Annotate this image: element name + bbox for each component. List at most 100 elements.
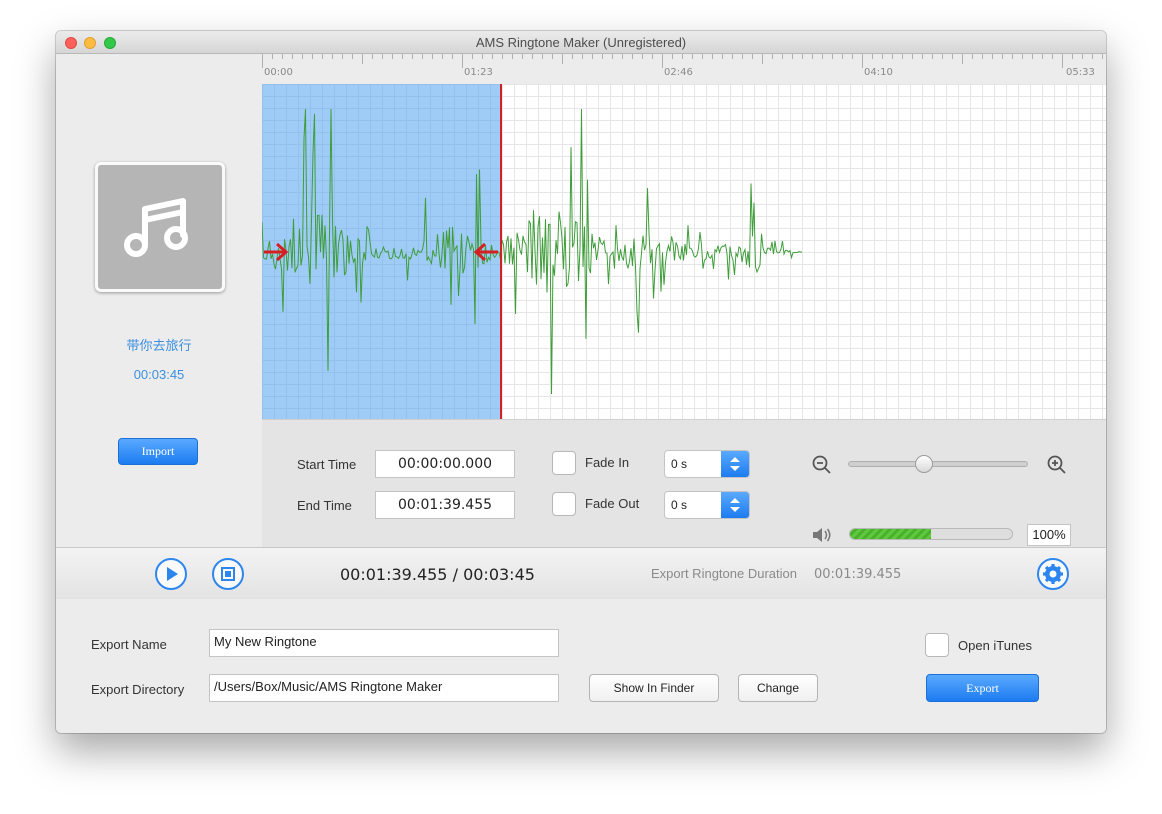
ruler-tick [712, 54, 713, 59]
ruler-tick [1042, 54, 1043, 59]
fade-out-value: 0 s [671, 498, 688, 512]
ruler-tick [672, 54, 673, 59]
ruler-tick [782, 54, 783, 59]
ruler-tick [372, 54, 373, 59]
ruler-label: 02:46 [664, 67, 693, 78]
export-duration-value: 00:01:39.455 [814, 567, 902, 582]
volume-slider[interactable] [849, 528, 1013, 540]
ruler-tick [952, 54, 953, 59]
ruler-tick [452, 54, 453, 59]
zoom-slider[interactable] [848, 461, 1028, 467]
ruler-tick [442, 54, 443, 59]
ruler-tick [422, 54, 423, 59]
ruler-tick [392, 54, 393, 59]
ruler-tick [612, 54, 613, 59]
ruler-tick [532, 54, 533, 59]
open-itunes-checkbox[interactable] [925, 633, 949, 657]
song-duration: 00:03:45 [133, 367, 185, 382]
ruler-tick [312, 54, 313, 59]
ruler-label: 05:33 [1066, 67, 1095, 78]
ruler-tick [702, 54, 703, 59]
ruler-tick [762, 54, 763, 64]
gear-icon [1043, 564, 1063, 584]
ruler-tick [632, 54, 633, 59]
change-button[interactable]: Change [738, 674, 818, 702]
ruler-tick [332, 54, 333, 59]
ruler-tick [542, 54, 543, 59]
ruler-tick [642, 54, 643, 59]
fade-out-label: Fade Out [585, 496, 640, 511]
ruler-tick [922, 54, 923, 59]
ruler-tick [1022, 54, 1023, 59]
ruler-tick [772, 54, 773, 59]
ruler-label: 04:10 [864, 67, 893, 78]
ruler-tick [682, 54, 683, 59]
ruler-tick [1082, 54, 1083, 59]
ruler-tick [882, 54, 883, 59]
ruler-tick [292, 54, 293, 59]
fade-in-select[interactable]: 0 s [664, 450, 750, 478]
zoom-slider-knob[interactable] [914, 455, 933, 473]
stop-button[interactable] [212, 558, 244, 590]
export-directory-input[interactable]: /Users/Box/Music/AMS Ringtone Maker [209, 674, 559, 702]
ruler-tick [1092, 54, 1093, 59]
album-art [95, 162, 225, 292]
zoom-out-icon[interactable] [812, 455, 832, 475]
ruler-tick [732, 54, 733, 59]
ruler-label: 01:23 [464, 67, 493, 78]
ruler-tick [402, 54, 403, 59]
ruler-tick [962, 54, 963, 64]
end-marker-icon[interactable] [472, 241, 498, 263]
playhead[interactable] [500, 84, 502, 419]
show-in-finder-button[interactable]: Show In Finder [589, 674, 719, 702]
export-directory-label: Export Directory [91, 682, 185, 697]
ruler-tick [802, 54, 803, 59]
fade-in-checkbox[interactable] [552, 451, 576, 475]
start-time-label: Start Time [297, 457, 357, 472]
ruler-tick [562, 54, 563, 64]
fade-out-checkbox[interactable] [552, 492, 576, 516]
fade-in-label: Fade In [585, 455, 630, 470]
ruler-tick [972, 54, 973, 59]
ruler-tick [282, 54, 283, 59]
ruler-tick [722, 54, 723, 59]
ruler-tick [872, 54, 873, 59]
ruler-tick [692, 54, 693, 59]
ruler-label: 00:00 [264, 67, 293, 78]
play-button[interactable] [155, 558, 187, 590]
ruler-tick [432, 54, 433, 59]
start-time-field[interactable]: 00:00:00.000 [375, 450, 515, 478]
ruler-tick [272, 54, 273, 59]
end-time-field[interactable]: 00:01:39.455 [375, 491, 515, 519]
ruler-tick [302, 54, 303, 59]
ruler-tick [792, 54, 793, 59]
ruler-tick [742, 54, 743, 59]
import-button[interactable]: Import [118, 438, 198, 465]
time-ruler: 00:00 01:23 02:46 04:10 05:33 [262, 54, 1106, 85]
ruler-tick [812, 54, 813, 59]
ruler-tick [1062, 54, 1063, 68]
ruler-tick [752, 54, 753, 59]
ruler-tick [522, 54, 523, 59]
ruler-tick [822, 54, 823, 59]
speaker-icon[interactable] [811, 525, 833, 545]
export-button[interactable]: Export [926, 674, 1039, 702]
zoom-in-icon[interactable] [1047, 455, 1067, 475]
ruler-tick [472, 54, 473, 59]
fade-out-select[interactable]: 0 s [664, 491, 750, 519]
start-marker-icon[interactable] [264, 241, 290, 263]
export-name-input[interactable]: My New Ringtone [209, 629, 559, 657]
ruler-tick [832, 54, 833, 59]
ruler-tick [512, 54, 513, 59]
ruler-tick [852, 54, 853, 59]
ruler-tick [982, 54, 983, 59]
ruler-tick [652, 54, 653, 59]
ruler-tick [662, 54, 663, 68]
open-itunes-label: Open iTunes [958, 638, 1032, 653]
ruler-tick [492, 54, 493, 59]
volume-percent: 100% [1027, 524, 1071, 546]
ruler-tick [482, 54, 483, 59]
ruler-tick [602, 54, 603, 59]
settings-button[interactable] [1037, 558, 1069, 590]
waveform-area[interactable] [262, 84, 1106, 419]
